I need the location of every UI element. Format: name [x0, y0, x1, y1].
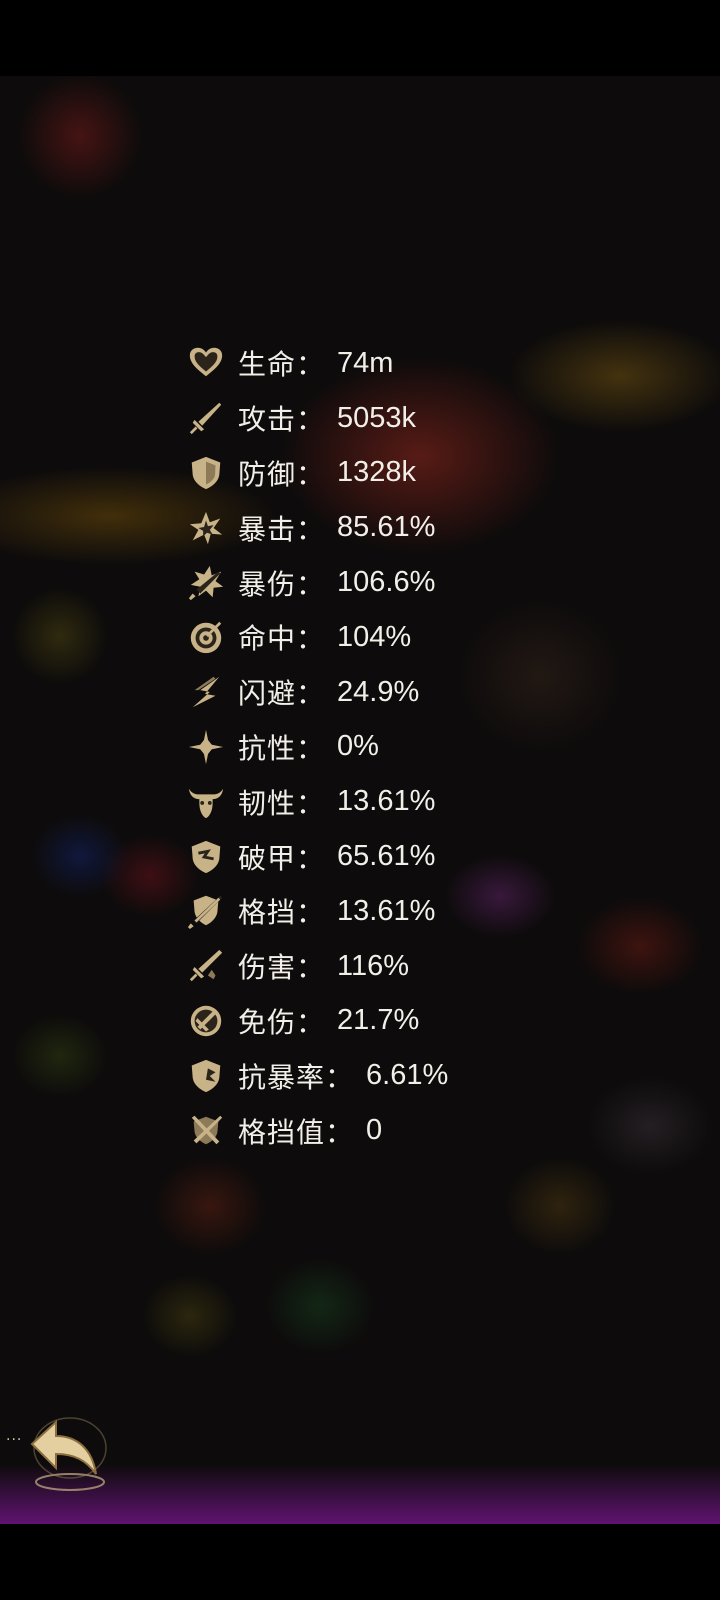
stat-value: 65.61% — [337, 840, 436, 873]
back-arrow-icon — [30, 1417, 107, 1491]
stat-value: 74m — [337, 346, 394, 379]
stat-label: 韧性： — [238, 786, 326, 820]
stat-row-block-value: 格挡值： 0 — [186, 1103, 546, 1158]
stat-label: 抗性： — [238, 731, 326, 765]
stat-value: 106.6% — [337, 566, 436, 599]
stat-row-crit-resist: 抗暴率： 6.61% — [186, 1048, 546, 1103]
stats-panel: 生命： 74m 攻击： 5053k 防御： 1328k 暴击： 85.61% 暴… — [186, 336, 546, 1158]
lightning-icon — [186, 672, 226, 712]
heart-icon — [186, 343, 226, 383]
shield-icon — [186, 453, 226, 493]
block-icon — [186, 891, 226, 931]
stat-row-block: 格挡： 13.61% — [186, 884, 546, 939]
stat-label: 命中： — [238, 622, 326, 656]
damage-sword-icon — [186, 946, 226, 986]
stat-label: 格挡值： — [238, 1115, 355, 1149]
stat-row-dodge: 闪避： 24.9% — [186, 665, 546, 720]
stat-value: 116% — [337, 949, 410, 982]
stat-value: 24.9% — [337, 675, 420, 708]
broken-shield-icon — [186, 837, 226, 877]
stat-value: 85.61% — [337, 511, 436, 544]
anti-crit-shield-icon — [186, 1056, 226, 1096]
stat-value: 1328k — [337, 456, 417, 489]
stat-row-hp: 生命： 74m — [186, 336, 546, 391]
stat-label: 格挡： — [238, 896, 326, 930]
stat-value: 6.61% — [366, 1059, 449, 1092]
stat-label: 暴伤： — [238, 567, 326, 601]
stat-label: 闪避： — [238, 677, 326, 711]
stat-label: 攻击： — [238, 403, 326, 437]
stat-label: 伤害： — [238, 951, 326, 985]
stat-value: 104% — [337, 620, 412, 653]
target-icon — [186, 617, 226, 657]
game-screen: 生命： 74m 攻击： 5053k 防御： 1328k 暴击： 85.61% 暴… — [0, 0, 720, 1600]
stat-value: 13.61% — [337, 894, 436, 927]
stat-row-defense: 防御： 1328k — [186, 446, 546, 501]
stat-value: 0% — [337, 730, 379, 763]
stat-row-crit-damage: 暴伤： 106.6% — [186, 555, 546, 610]
back-button[interactable] — [22, 1408, 118, 1498]
crit-burst-icon — [186, 508, 226, 548]
stat-row-attack: 攻击： 5053k — [186, 391, 546, 446]
stat-row-armor-pen: 破甲： 65.61% — [186, 829, 546, 884]
stat-value: 5053k — [337, 401, 417, 434]
stat-value: 0 — [366, 1114, 383, 1147]
stat-label: 免伤： — [238, 1005, 326, 1039]
block-value-icon — [186, 1111, 226, 1151]
stat-row-resistance: 抗性： 0% — [186, 720, 546, 775]
stat-label: 抗暴率： — [238, 1060, 355, 1094]
stat-row-accuracy: 命中： 104% — [186, 610, 546, 665]
crit-damage-icon — [186, 563, 226, 603]
star-sparkle-icon — [186, 727, 226, 767]
back-dots: ··· — [6, 1432, 23, 1448]
damage-immune-icon — [186, 1001, 226, 1041]
stat-label: 破甲： — [238, 841, 326, 875]
stat-label: 生命： — [238, 348, 326, 382]
stat-row-damage: 伤害： 116% — [186, 939, 546, 994]
stat-value: 13.61% — [337, 785, 436, 818]
stat-label: 防御： — [238, 457, 326, 491]
stat-row-tenacity: 韧性： 13.61% — [186, 774, 546, 829]
stat-row-crit: 暴击： 85.61% — [186, 500, 546, 555]
stat-label: 暴击： — [238, 512, 326, 546]
bull-horns-icon — [186, 782, 226, 822]
stat-row-damage-reduction: 免伤： 21.7% — [186, 994, 546, 1049]
sword-icon — [186, 398, 226, 438]
stat-value: 21.7% — [337, 1004, 420, 1037]
